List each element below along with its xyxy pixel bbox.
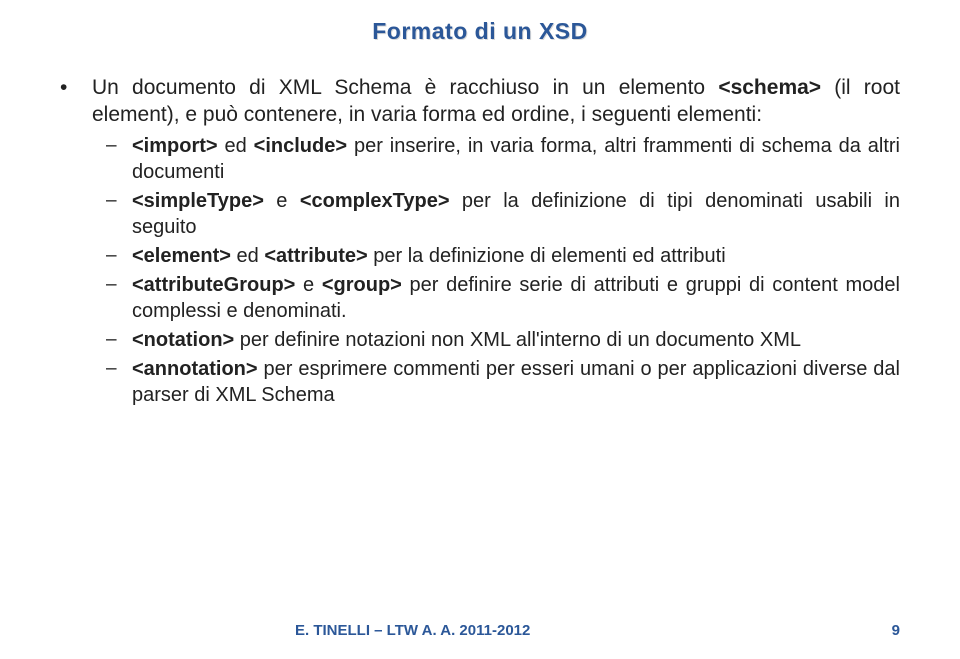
seg: <simpleType>: [132, 190, 264, 212]
seg: <attributeGroup>: [132, 274, 295, 296]
seg: <attribute>: [264, 245, 367, 267]
seg: <group>: [322, 274, 402, 296]
seg: <import>: [132, 135, 218, 157]
dash-icon: –: [106, 188, 132, 240]
sub-bullet-text: <attributeGroup> e <group> per definire …: [132, 272, 900, 324]
sub-bullet: – <attributeGroup> e <group> per definir…: [106, 272, 900, 324]
footer: E. TINELLI – LTW A. A. 2011-2012 9: [0, 622, 960, 639]
seg: <include>: [254, 135, 347, 157]
main-bullet: • Un documento di XML Schema è racchiuso…: [60, 75, 900, 129]
seg: <complexType>: [300, 190, 450, 212]
seg: <annotation>: [132, 358, 258, 380]
seg: per definire notazioni non XML all'inter…: [234, 329, 801, 351]
seg: ed: [218, 135, 254, 157]
seg: e: [295, 274, 321, 296]
seg: e: [264, 190, 300, 212]
footer-author: E. TINELLI – LTW A. A. 2011-2012: [295, 622, 530, 639]
sub-bullet: – <simpleType> e <complexType> per la de…: [106, 188, 900, 240]
dash-icon: –: [106, 243, 132, 269]
content-area: • Un documento di XML Schema è racchiuso…: [60, 75, 900, 408]
dash-icon: –: [106, 272, 132, 324]
sub-bullet-text: <element> ed <attribute> per la definizi…: [132, 243, 900, 269]
seg: <element>: [132, 245, 231, 267]
sub-bullets-container: – <import> ed <include> per inserire, in…: [106, 133, 900, 408]
sub-bullet: – <notation> per definire notazioni non …: [106, 327, 900, 353]
page-number: 9: [892, 622, 900, 639]
dash-icon: –: [106, 327, 132, 353]
sub-bullet-text: <notation> per definire notazioni non XM…: [132, 327, 900, 353]
sub-bullet: – <import> ed <include> per inserire, in…: [106, 133, 900, 185]
main-tag: <schema>: [718, 76, 821, 99]
sub-bullet: – <annotation> per esprimere commenti pe…: [106, 356, 900, 408]
main-prefix: Un documento di XML Schema è racchiuso i…: [92, 76, 718, 99]
dash-icon: –: [106, 356, 132, 408]
seg: ed: [231, 245, 264, 267]
bullet-dot-icon: •: [60, 75, 92, 129]
sub-bullet-text: <simpleType> e <complexType> per la defi…: [132, 188, 900, 240]
seg: per la definizione di elementi ed attrib…: [368, 245, 726, 267]
main-bullet-text: Un documento di XML Schema è racchiuso i…: [92, 75, 900, 129]
sub-bullet-text: <import> ed <include> per inserire, in v…: [132, 133, 900, 185]
sub-bullet-text: <annotation> per esprimere commenti per …: [132, 356, 900, 408]
slide-title: Formato di un XSD: [60, 18, 900, 45]
sub-bullet: – <element> ed <attribute> per la defini…: [106, 243, 900, 269]
dash-icon: –: [106, 133, 132, 185]
seg: <notation>: [132, 329, 234, 351]
